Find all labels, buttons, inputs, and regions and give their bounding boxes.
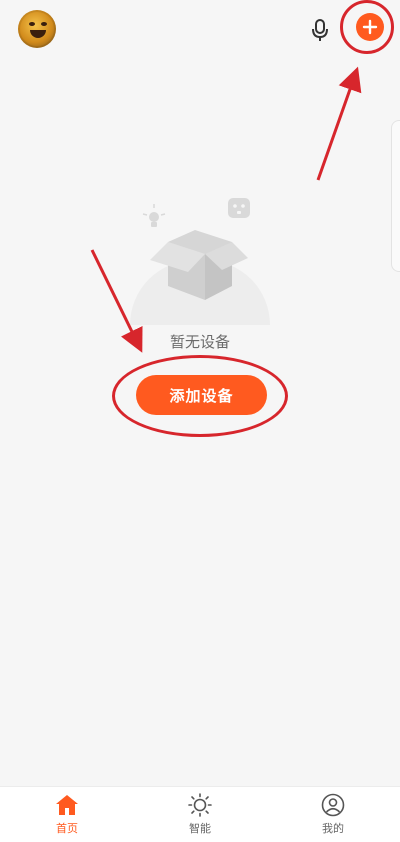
empty-box-icon	[110, 190, 290, 325]
nav-item-smart[interactable]: 智能	[165, 793, 235, 836]
nav-label-home: 首页	[56, 822, 78, 835]
user-icon	[321, 793, 345, 817]
annotation-circle	[112, 355, 288, 437]
home-icon	[56, 795, 78, 815]
nav-item-me[interactable]: 我的	[298, 793, 368, 836]
nav-item-home[interactable]: 首页	[32, 793, 102, 836]
annotation-arrow-top	[316, 66, 362, 181]
sun-icon	[188, 793, 212, 817]
empty-state-message: 暂无设备	[169, 333, 230, 351]
side-handle[interactable]	[391, 120, 400, 272]
nav-label-smart: 智能	[189, 822, 211, 835]
avatar-eye	[29, 22, 35, 26]
nav-label-me: 我的	[322, 822, 344, 835]
annotation-circle	[340, 0, 394, 54]
microphone-icon[interactable]	[306, 16, 334, 44]
bottom-navigation: 首页 智能 我的	[0, 786, 400, 842]
home-screen: 暂无设备 添加设备 首页 智能 我的	[0, 0, 400, 842]
user-avatar[interactable]	[18, 10, 56, 48]
avatar-eye	[41, 22, 47, 26]
avatar-mouth	[30, 30, 46, 38]
